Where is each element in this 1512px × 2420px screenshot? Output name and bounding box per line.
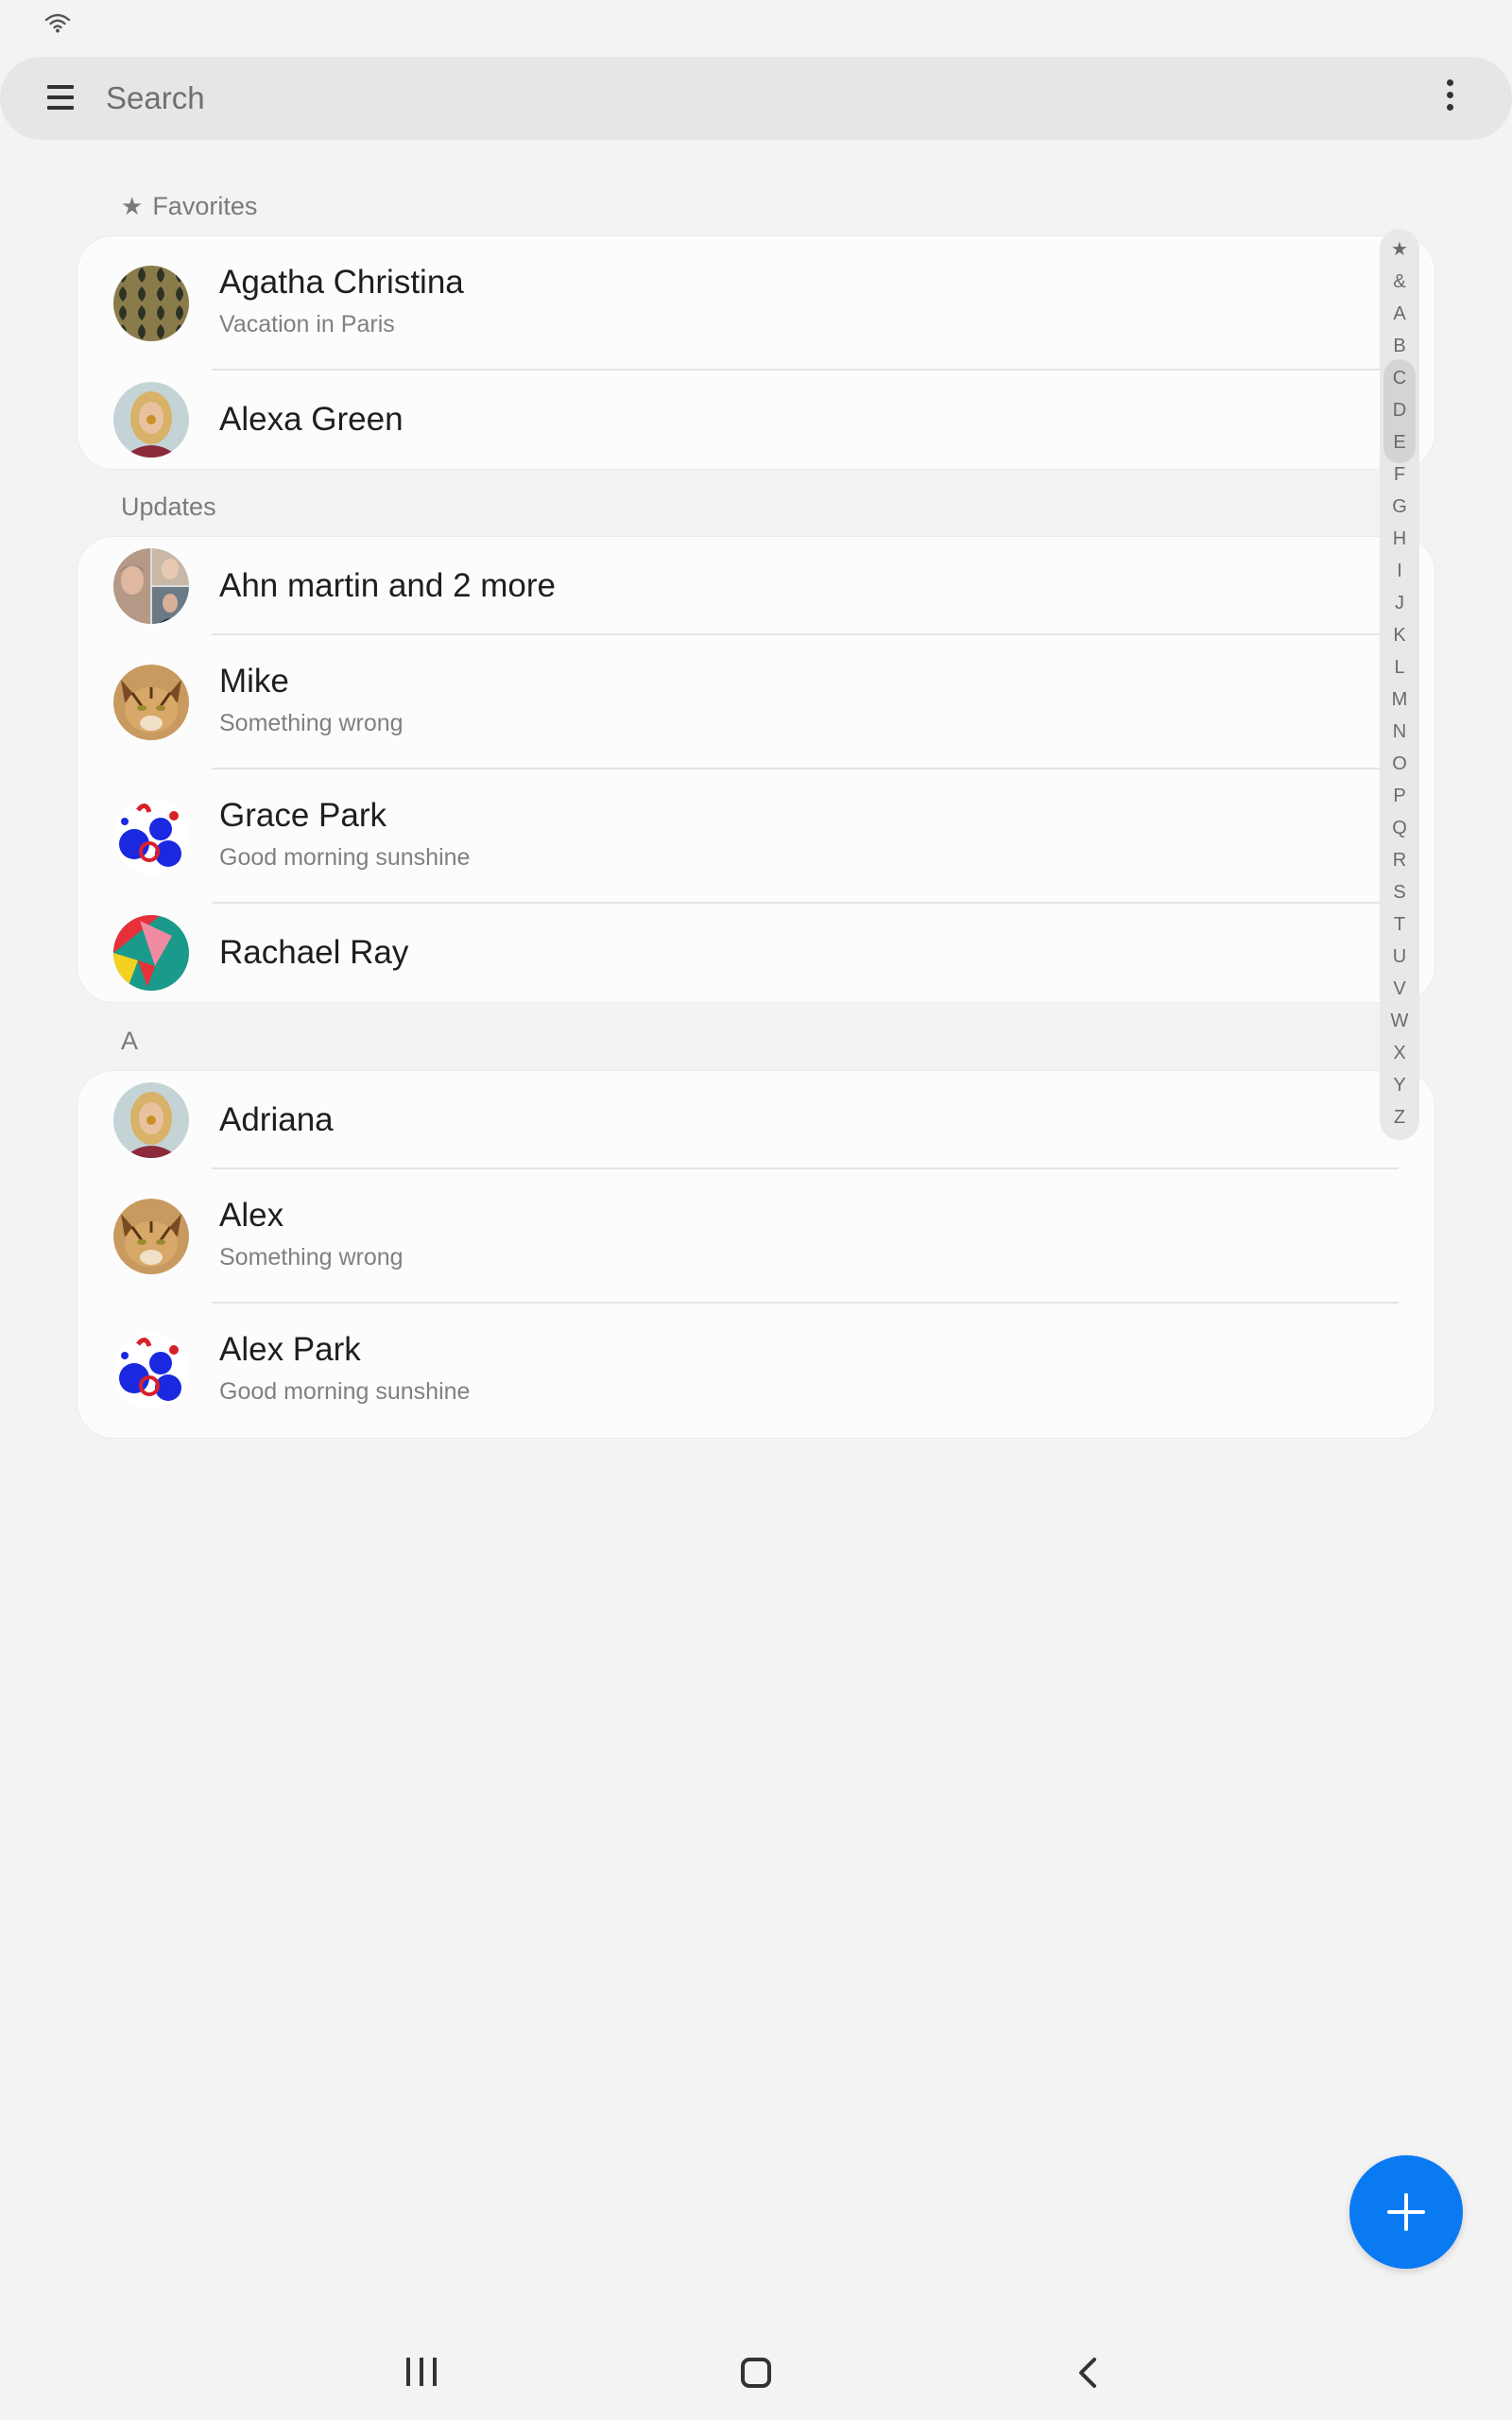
- contact-row[interactable]: Ahn martin and 2 more: [77, 537, 1435, 635]
- index-letter-star[interactable]: ★: [1380, 238, 1419, 261]
- contact-row[interactable]: Alexa Green: [77, 371, 1435, 469]
- cat-photo-avatar: [113, 1199, 189, 1274]
- contact-row[interactable]: Adriana: [77, 1071, 1435, 1169]
- index-letter-r[interactable]: R: [1380, 849, 1419, 872]
- index-letter-p[interactable]: P: [1380, 785, 1419, 807]
- index-letter-z[interactable]: Z: [1380, 1106, 1419, 1129]
- index-letter-w[interactable]: W: [1380, 1010, 1419, 1032]
- index-letter-o[interactable]: O: [1380, 752, 1419, 775]
- index-letter-s[interactable]: S: [1380, 881, 1419, 904]
- index-letter-g[interactable]: G: [1380, 495, 1419, 518]
- more-options-icon[interactable]: [1436, 79, 1463, 117]
- contact-name: Agatha Christina: [219, 264, 464, 301]
- back-icon[interactable]: [1074, 2354, 1102, 2392]
- section-header-updates: Updates: [121, 493, 216, 521]
- contact-row[interactable]: Grace Park Good morning sunshine: [77, 769, 1435, 904]
- section-header-a: A: [121, 1027, 139, 1055]
- index-letter-ampersand[interactable]: &: [1380, 270, 1419, 293]
- index-letter-f[interactable]: F: [1380, 463, 1419, 486]
- contact-row[interactable]: Rachael Ray: [77, 904, 1435, 1002]
- blue-red-pattern-avatar: [113, 1333, 189, 1409]
- contact-name: Alex: [219, 1197, 284, 1234]
- search-bar[interactable]: Search: [0, 57, 1512, 140]
- index-letter-j[interactable]: J: [1380, 592, 1419, 614]
- index-letter-l[interactable]: L: [1380, 656, 1419, 679]
- contact-name: Ahn martin and 2 more: [219, 567, 557, 604]
- contact-name: Alex Park: [219, 1331, 361, 1368]
- index-letter-h[interactable]: H: [1380, 527, 1419, 550]
- wifi-icon: [44, 13, 71, 33]
- section-label-favorites: Favorites: [152, 192, 258, 220]
- contacts-a-card: Adriana Alex Something wrong Alex Park G…: [77, 1071, 1435, 1438]
- index-letter-u[interactable]: U: [1380, 945, 1419, 968]
- index-letter-b[interactable]: B: [1380, 335, 1419, 357]
- index-letter-c[interactable]: C: [1380, 367, 1419, 389]
- geometric-color-avatar: [113, 915, 189, 991]
- status-bar: [0, 0, 1512, 47]
- index-letter-i[interactable]: I: [1380, 560, 1419, 582]
- alphabet-index-scrollbar[interactable]: ★ & A B C D E F G H I J K L M N O P Q R S T U V W X Y Z: [1380, 229, 1419, 1140]
- pattern-olive-avatar: [113, 266, 189, 341]
- favorites-card: Agatha Christina Vacation in Paris Alexa…: [77, 236, 1435, 469]
- home-icon[interactable]: [741, 2358, 771, 2388]
- contact-status: Vacation in Paris: [219, 311, 395, 337]
- contact-name: Mike: [219, 663, 289, 700]
- index-letter-n[interactable]: N: [1380, 720, 1419, 743]
- index-letter-x[interactable]: X: [1380, 1042, 1419, 1064]
- section-header-favorites: ★ Favorites: [121, 190, 257, 222]
- blue-red-pattern-avatar: [113, 799, 189, 874]
- add-contact-button[interactable]: [1349, 2155, 1463, 2269]
- star-icon: ★: [121, 192, 144, 220]
- contact-row[interactable]: Mike Something wrong: [77, 635, 1435, 769]
- contact-name: Rachael Ray: [219, 934, 409, 971]
- recent-apps-icon[interactable]: [406, 2358, 438, 2386]
- index-letter-m[interactable]: M: [1380, 688, 1419, 711]
- search-input[interactable]: Search: [106, 78, 205, 119]
- index-letter-q[interactable]: Q: [1380, 817, 1419, 839]
- contact-status: Something wrong: [219, 710, 404, 736]
- hamburger-icon[interactable]: [47, 85, 74, 112]
- index-letter-y[interactable]: Y: [1380, 1074, 1419, 1097]
- index-letter-k[interactable]: K: [1380, 624, 1419, 647]
- blonde-woman-photo-avatar: [113, 1082, 189, 1158]
- blonde-woman-photo-avatar: [113, 382, 189, 458]
- contact-status: Good morning sunshine: [219, 1378, 471, 1405]
- contact-name: Grace Park: [219, 797, 387, 834]
- contact-status: Something wrong: [219, 1244, 404, 1270]
- contact-name: Adriana: [219, 1101, 334, 1138]
- updates-card: Ahn martin and 2 more Mike Something wro…: [77, 537, 1435, 1002]
- index-letter-a[interactable]: A: [1380, 302, 1419, 325]
- index-letter-e[interactable]: E: [1380, 431, 1419, 454]
- contact-row[interactable]: Alex Park Good morning sunshine: [77, 1304, 1435, 1438]
- index-letter-d[interactable]: D: [1380, 399, 1419, 422]
- index-letter-v[interactable]: V: [1380, 977, 1419, 1000]
- group-photo-avatar: [113, 548, 189, 624]
- index-letter-t[interactable]: T: [1380, 913, 1419, 936]
- contact-row[interactable]: Agatha Christina Vacation in Paris: [77, 236, 1435, 371]
- cat-photo-avatar: [113, 665, 189, 740]
- contact-status: Good morning sunshine: [219, 844, 471, 871]
- contact-name: Alexa Green: [219, 401, 404, 438]
- contact-row[interactable]: Alex Something wrong: [77, 1169, 1435, 1304]
